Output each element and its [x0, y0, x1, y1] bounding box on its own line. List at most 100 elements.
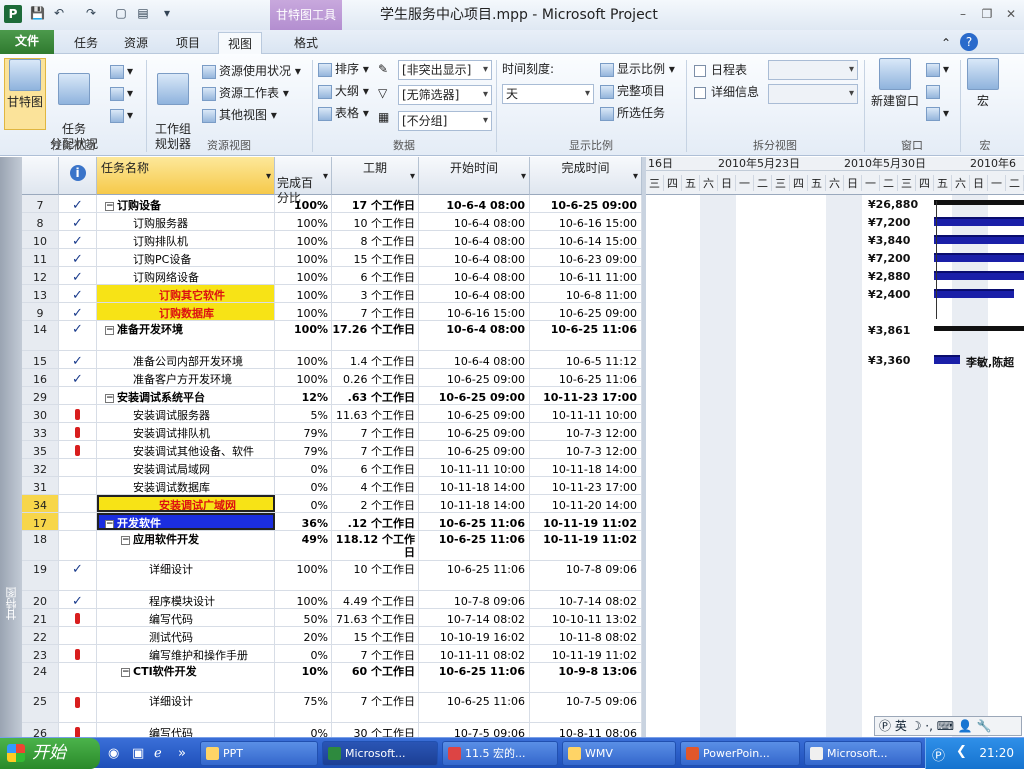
- finish-cell[interactable]: 10-7-3 12:00: [530, 423, 642, 440]
- summary-bar[interactable]: [934, 326, 1024, 331]
- finish-cell[interactable]: 10-9-8 13:06: [530, 663, 642, 692]
- resource-sheet-button[interactable]: 资源工作表 ▾: [202, 84, 289, 102]
- finish-cell[interactable]: 10-8-11 08:06: [530, 723, 642, 737]
- table-row[interactable]: 33 安装调试排队机 79% 7 个工作日 10-6-25 09:00 10-7-3 12…: [22, 423, 642, 441]
- task-name-cell[interactable]: − 应用软件开发: [97, 531, 275, 560]
- ime-language[interactable]: 英: [895, 719, 907, 733]
- task-name-cell[interactable]: − 订购设备: [97, 195, 275, 212]
- collapse-icon[interactable]: −: [121, 667, 130, 677]
- row-id[interactable]: 15: [22, 351, 59, 368]
- undo-icon[interactable]: ↶: [52, 6, 66, 20]
- task-name-cell[interactable]: 安装调试局域网: [97, 459, 275, 476]
- collapse-icon[interactable]: −: [105, 325, 114, 335]
- start-cell[interactable]: 10-6-25 09:00: [419, 369, 530, 386]
- tab-resource[interactable]: 资源: [116, 32, 156, 54]
- row-id[interactable]: 9: [22, 303, 59, 320]
- table-row[interactable]: 35 安装调试其他设备、软件 79% 7 个工作日 10-6-25 09:00 10-7-…: [22, 441, 642, 459]
- chevron-down-icon[interactable]: ▾: [323, 169, 328, 184]
- taskbar-item-powerpoint[interactable]: PowerPoin...: [680, 741, 800, 766]
- highlight-icon[interactable]: ✎: [378, 60, 388, 78]
- ime-user-icon[interactable]: 👤: [958, 719, 973, 733]
- timescale-select[interactable]: 天: [502, 84, 594, 104]
- tab-file[interactable]: 文件: [0, 30, 54, 54]
- sort-button[interactable]: 排序 ▾: [318, 60, 369, 78]
- selected-tasks-button[interactable]: 所选任务: [600, 104, 665, 122]
- start-cell[interactable]: 10-6-4 08:00: [419, 351, 530, 368]
- row-id[interactable]: 20: [22, 591, 59, 608]
- row-id[interactable]: 32: [22, 459, 59, 476]
- task-name-cell[interactable]: 订购数据库: [97, 303, 275, 320]
- percent-complete-cell[interactable]: 50%: [275, 609, 332, 626]
- start-cell[interactable]: 10-6-25 11:06: [419, 663, 530, 692]
- task-name-cell[interactable]: 详细设计: [97, 693, 275, 722]
- start-cell[interactable]: 10-11-11 08:02: [419, 645, 530, 662]
- row-id[interactable]: 11: [22, 249, 59, 266]
- quicklaunch-icon[interactable]: ▣: [132, 746, 144, 761]
- tray-expand-icon[interactable]: ❮: [956, 744, 967, 759]
- duration-cell[interactable]: 11.63 个工作日: [332, 405, 419, 422]
- task-bar[interactable]: [934, 217, 1024, 226]
- start-cell[interactable]: 10-7-8 09:06: [419, 591, 530, 608]
- task-name-cell[interactable]: 详细设计: [97, 561, 275, 590]
- row-id[interactable]: 21: [22, 609, 59, 626]
- start-cell[interactable]: 10-6-25 11:06: [419, 693, 530, 722]
- team-planner-button[interactable]: 工作组 规划器: [150, 58, 196, 152]
- task-name-cell[interactable]: 编写代码: [97, 609, 275, 626]
- start-cell[interactable]: 10-11-18 14:00: [419, 477, 530, 494]
- duration-cell[interactable]: 6 个工作日: [332, 267, 419, 284]
- minimize-button[interactable]: –: [954, 6, 972, 22]
- taskbar-item-wmv-folder[interactable]: WMV: [562, 741, 676, 766]
- zoom-button[interactable]: 显示比例 ▾: [600, 60, 675, 78]
- help-icon[interactable]: ?: [960, 33, 978, 51]
- row-id[interactable]: 10: [22, 231, 59, 248]
- percent-complete-cell[interactable]: 100%: [275, 351, 332, 368]
- row-id[interactable]: 13: [22, 285, 59, 302]
- switch-windows-icon[interactable]: ▾: [926, 60, 949, 78]
- group-select[interactable]: [不分组]: [398, 111, 492, 131]
- timeline-checkbox[interactable]: 日程表: [694, 62, 747, 78]
- table-row[interactable]: 13 ✓ 订购其它软件 100% 3 个工作日 10-6-4 08:00 10-6-8 11…: [22, 285, 642, 303]
- start-cell[interactable]: 10-6-25 09:00: [419, 387, 530, 404]
- table-row[interactable]: 29− 安装调试系统平台 12% .63 个工作日 10-6-25 09:00 10-11…: [22, 387, 642, 405]
- table-row[interactable]: 21 编写代码 50% 71.63 个工作日 10-7-14 08:02 10-10-11…: [22, 609, 642, 627]
- task-name-cell[interactable]: 编写代码: [97, 723, 275, 737]
- table-row[interactable]: 7 ✓ − 订购设备 100% 17 个工作日 10-6-4 08:00 10-6-25 09…: [22, 195, 642, 213]
- table-row[interactable]: 19 ✓ 详细设计 100% 10 个工作日 10-6-25 11:06 10-7-8 09…: [22, 561, 642, 591]
- row-id[interactable]: 18: [22, 531, 59, 560]
- filter-icon[interactable]: ▽: [378, 84, 387, 102]
- duration-cell[interactable]: 4 个工作日: [332, 477, 419, 494]
- taskbar-item-microsoft-2[interactable]: Microsoft...: [804, 741, 922, 766]
- percent-complete-cell[interactable]: 5%: [275, 405, 332, 422]
- view-bar[interactable]: 甘特图: [0, 157, 22, 737]
- resource-usage-button[interactable]: 资源使用状况 ▾: [202, 62, 301, 80]
- percent-complete-cell[interactable]: 36%: [275, 513, 332, 530]
- task-name-cell[interactable]: 订购其它软件: [97, 285, 275, 302]
- duration-cell[interactable]: 3 个工作日: [332, 285, 419, 302]
- finish-cell[interactable]: 10-7-3 12:00: [530, 441, 642, 458]
- start-cell[interactable]: 10-11-18 14:00: [419, 495, 530, 512]
- finish-cell[interactable]: 10-6-25 11:06: [530, 321, 642, 350]
- percent-complete-cell[interactable]: 100%: [275, 303, 332, 320]
- arrange-all-icon[interactable]: [926, 82, 943, 100]
- duration-cell[interactable]: 7 个工作日: [332, 423, 419, 440]
- task-name-column-header[interactable]: 任务名称 ▾: [97, 157, 275, 195]
- ribbon-minimize-icon[interactable]: ⌃: [938, 32, 954, 54]
- tab-format[interactable]: 格式: [284, 32, 328, 54]
- row-id[interactable]: 29: [22, 387, 59, 404]
- restore-button[interactable]: ❐: [978, 6, 996, 22]
- open-icon[interactable]: ▤: [136, 6, 150, 20]
- task-name-cell[interactable]: 订购PC设备: [97, 249, 275, 266]
- quicklaunch-icon[interactable]: ◉: [108, 746, 119, 761]
- task-name-cell[interactable]: − 安装调试系统平台: [97, 387, 275, 404]
- task-bar[interactable]: [934, 253, 1024, 262]
- task-name-cell[interactable]: 安装调试服务器: [97, 405, 275, 422]
- table-row[interactable]: 16 ✓ 准备客户方开发环境 100% 0.26 个工作日 10-6-25 09:00 10…: [22, 369, 642, 387]
- row-id[interactable]: 7: [22, 195, 59, 212]
- taskbar-item-microsoft-project[interactable]: Microsoft...: [322, 741, 438, 766]
- start-column-header[interactable]: 开始时间 ▾: [419, 157, 530, 195]
- table-row[interactable]: 32 安装调试局域网 0% 6 个工作日 10-11-11 10:00 10-11-18 …: [22, 459, 642, 477]
- row-id[interactable]: 16: [22, 369, 59, 386]
- customize-qat-icon[interactable]: ▾: [160, 6, 174, 20]
- row-id[interactable]: 35: [22, 441, 59, 458]
- duration-cell[interactable]: 6 个工作日: [332, 459, 419, 476]
